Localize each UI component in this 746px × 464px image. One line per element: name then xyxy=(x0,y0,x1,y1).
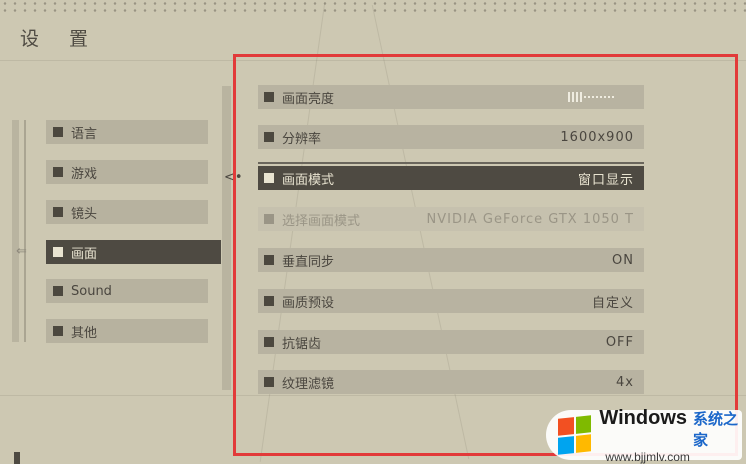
setting-value: 4x xyxy=(616,374,634,390)
setting-texture-filter[interactable]: 纹理滤镜 4x xyxy=(258,370,644,394)
menu-item-label: 镜头 xyxy=(71,206,98,222)
menu-item-language[interactable]: 语言 xyxy=(46,120,208,144)
setting-label: 分辨率 xyxy=(282,131,322,147)
square-icon xyxy=(264,255,274,265)
bg-line xyxy=(0,60,746,61)
setting-label: 画面亮度 xyxy=(282,91,335,107)
menu-scroll-track xyxy=(12,120,19,342)
menu-item-label: 游戏 xyxy=(71,166,98,182)
setting-value: 窗口显示 xyxy=(577,172,634,188)
square-icon xyxy=(264,132,274,142)
watermark-url: www.bjjmlv.com xyxy=(605,449,690,464)
menu-item-label: Sound xyxy=(71,283,112,299)
setting-value: 自定义 xyxy=(591,295,634,311)
setting-value: NVIDIA GeForce GTX 1050 T xyxy=(426,211,634,227)
setting-display-mode[interactable]: 画面模式 窗口显示 xyxy=(258,166,644,190)
square-icon xyxy=(53,286,63,296)
setting-quality-preset[interactable]: 画质预设 自定义 xyxy=(258,289,644,313)
windows-logo-icon xyxy=(558,415,592,455)
setting-anti-aliasing[interactable]: 抗锯齿 OFF xyxy=(258,330,644,354)
menu-guide-line xyxy=(24,120,26,342)
menu-item-label: 语言 xyxy=(71,126,98,142)
setting-label: 选择画面模式 xyxy=(282,213,361,229)
menu-item-sound[interactable]: Sound xyxy=(46,279,208,303)
page-title: 设 置 xyxy=(20,28,101,50)
setting-label: 画质预设 xyxy=(282,295,335,311)
setting-select-display-mode: 选择画面模式 NVIDIA GeForce GTX 1050 T xyxy=(258,207,644,231)
setting-value: ON xyxy=(612,252,634,268)
square-icon xyxy=(264,214,274,224)
setting-label: 抗锯齿 xyxy=(282,336,322,352)
bg-line xyxy=(0,395,746,396)
watermark-cn: 系统之家 xyxy=(693,409,739,449)
menu-item-label: 其他 xyxy=(71,325,98,341)
menu-cursor-icon: ⇐ xyxy=(16,244,27,259)
square-icon xyxy=(264,377,274,387)
setting-label: 画面模式 xyxy=(282,172,335,188)
menu-item-camera[interactable]: 镜头 xyxy=(46,200,208,224)
square-icon xyxy=(53,167,63,177)
menu-item-other[interactable]: 其他 xyxy=(46,319,208,343)
watermark: Windows 系统之家 www.bjjmlv.com xyxy=(546,406,742,464)
setting-brightness[interactable]: 画面亮度 xyxy=(258,85,644,109)
menu-item-game[interactable]: 游戏 xyxy=(46,160,208,184)
square-icon xyxy=(53,207,63,217)
setting-label: 垂直同步 xyxy=(282,254,335,270)
square-icon xyxy=(264,173,274,183)
watermark-brand: Windows xyxy=(599,406,688,429)
bottom-mark xyxy=(14,452,20,464)
square-icon xyxy=(53,127,63,137)
square-icon xyxy=(264,296,274,306)
setting-vsync[interactable]: 垂直同步 ON xyxy=(258,248,644,272)
square-icon xyxy=(264,92,274,102)
active-row-indicator xyxy=(258,162,644,164)
settings-cursor-icon: <• xyxy=(224,170,243,185)
menu-item-display[interactable]: 画面 xyxy=(46,240,221,264)
brightness-slider[interactable] xyxy=(568,92,616,102)
setting-resolution[interactable]: 分辨率 1600x900 xyxy=(258,125,644,149)
setting-label: 纹理滤镜 xyxy=(282,376,335,392)
menu-item-label: 画面 xyxy=(71,246,98,262)
square-icon xyxy=(53,247,63,257)
setting-value: 1600x900 xyxy=(560,129,634,145)
setting-value: OFF xyxy=(605,334,634,350)
settings-scroll-track xyxy=(222,86,231,390)
square-icon xyxy=(53,326,63,336)
square-icon xyxy=(264,337,274,347)
